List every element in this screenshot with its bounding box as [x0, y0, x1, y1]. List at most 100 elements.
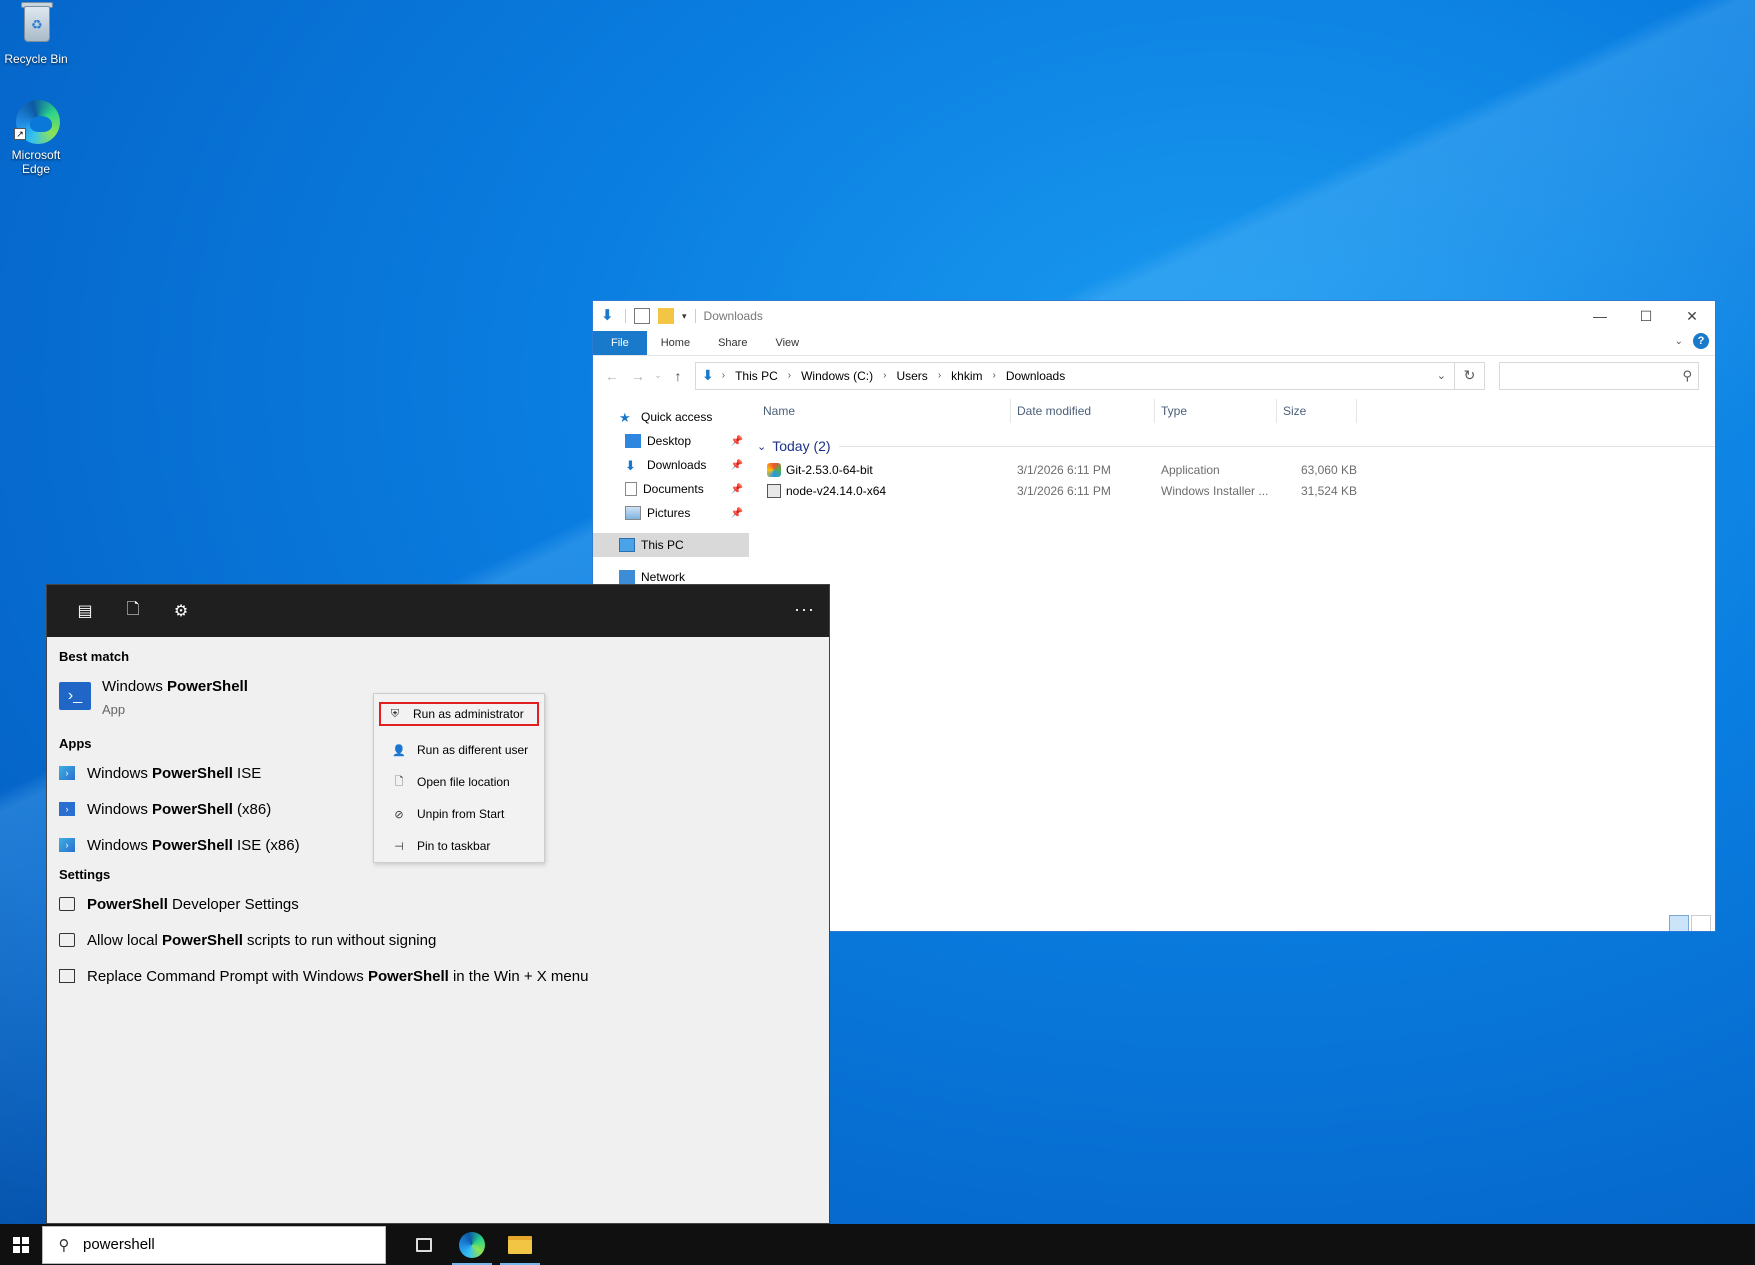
taskbar-file-explorer[interactable] [496, 1224, 544, 1265]
refresh-icon[interactable]: ↻ [1454, 362, 1484, 389]
unpin-icon: ⊘ [394, 808, 404, 821]
details-view-icon[interactable] [1669, 915, 1689, 931]
column-type[interactable]: Type [1155, 399, 1277, 423]
nav-downloads[interactable]: ⬇ Downloads 📌 [593, 453, 749, 477]
pin-icon: ⊣ [394, 840, 404, 853]
nav-label: This PC [641, 538, 684, 552]
nav-label: Quick access [641, 410, 713, 424]
file-location-icon: 🗋 [394, 775, 404, 788]
column-date-modified[interactable]: Date modified [1011, 399, 1155, 423]
setting-result-developer[interactable]: PowerShell Developer Settings [47, 886, 829, 922]
large-icons-view-icon[interactable] [1691, 915, 1711, 931]
file-date: 3/1/2026 6:11 PM [1017, 483, 1111, 498]
downloads-location-icon: ⬇ [702, 367, 714, 383]
breadcrumb-downloads[interactable]: Downloads [1006, 369, 1065, 383]
group-header-today[interactable]: ⌄ Today (2) [749, 435, 1715, 457]
best-match-name: Windows PowerShell [102, 678, 248, 695]
qat-dropdown-icon[interactable]: ▾ [682, 311, 687, 322]
menu-label: Run as different user [417, 743, 529, 757]
up-button[interactable]: ↑ [665, 363, 691, 389]
folder-icon [508, 1235, 532, 1254]
address-row: ← → ⌄ ↑ ⬇ › This PC › Windows (C:) › Use… [593, 355, 1715, 395]
address-bar[interactable]: ⬇ › This PC › Windows (C:) › Users › khk… [695, 361, 1485, 390]
address-dropdown-icon[interactable]: ⌄ [1437, 369, 1446, 382]
file-type: Application [1161, 462, 1220, 477]
menu-run-as-different-user[interactable]: 👤 Run as different user [379, 734, 539, 766]
help-icon[interactable]: ? [1693, 333, 1709, 349]
recycle-bin-icon: ♻ [12, 0, 60, 48]
menu-run-as-administrator[interactable]: ⛨ Run as administrator [379, 702, 539, 726]
desktop-icon-edge[interactable]: ↗ Microsoft Edge [0, 96, 74, 176]
column-name[interactable]: Name [749, 399, 1011, 423]
settings-filter-icon[interactable]: ⚙ [157, 596, 205, 626]
nav-quick-access[interactable]: ★ Quick access [593, 405, 749, 429]
minimize-button[interactable]: — [1577, 301, 1623, 331]
file-name: node-v24.14.0-x64 [786, 483, 887, 498]
tab-view[interactable]: View [761, 331, 813, 355]
nav-label: Pictures [647, 506, 691, 520]
apps-filter-icon[interactable]: ▤ [61, 596, 109, 626]
back-button[interactable]: ← [599, 363, 625, 389]
nav-pictures[interactable]: Pictures 📌 [593, 501, 749, 525]
pin-icon: 📌 [730, 459, 743, 471]
more-options-icon[interactable]: ··· [794, 599, 815, 620]
file-row[interactable]: node-v24.14.0-x64 3/1/2026 6:11 PM Windo… [749, 480, 1715, 501]
result-label: Allow local PowerShell scripts to run wi… [87, 931, 437, 949]
nav-documents[interactable]: Documents 📌 [593, 477, 749, 501]
menu-unpin-from-start[interactable]: ⊘ Unpin from Start [379, 798, 539, 830]
menu-open-file-location[interactable]: 🗋 Open file location [379, 766, 539, 798]
setting-result-scripts[interactable]: Allow local PowerShell scripts to run wi… [47, 922, 829, 958]
breadcrumb-this-pc[interactable]: This PC [735, 369, 778, 383]
nav-this-pc[interactable]: This PC [593, 533, 749, 557]
start-button[interactable] [0, 1224, 42, 1265]
column-headers: Name Date modified Type Size [749, 395, 1715, 429]
file-row[interactable]: Git-2.53.0-64-bit 3/1/2026 6:11 PM Appli… [749, 459, 1715, 480]
nav-label: Downloads [647, 458, 707, 472]
maximize-button[interactable]: ☐ [1623, 301, 1669, 331]
breadcrumb-windows-c[interactable]: Windows (C:) [801, 369, 873, 383]
desktop-icon-recycle-bin[interactable]: ♻ Recycle Bin [0, 0, 74, 66]
best-match-type: App [102, 702, 126, 717]
column-size[interactable]: Size [1277, 399, 1357, 423]
chevron-down-icon: ⌄ [757, 440, 767, 453]
computer-icon [619, 538, 635, 552]
breadcrumb-khkim[interactable]: khkim [951, 369, 982, 383]
taskbar-search-box[interactable]: ⚲ powershell [42, 1225, 386, 1264]
tab-share[interactable]: Share [704, 331, 761, 355]
start-search-panel: ▤ 🗋 ⚙ ··· Best match ›_ Windows PowerShe… [46, 584, 830, 1224]
menu-label: Open file location [417, 775, 510, 789]
search-icon: ⚲ [1682, 367, 1692, 383]
close-button[interactable]: ✕ [1669, 301, 1715, 331]
quick-access-toolbar: ⬇ ▾ [601, 308, 696, 324]
result-label: Windows PowerShell ISE (x86) [87, 836, 300, 854]
expand-ribbon-icon[interactable]: ⌄ [1675, 336, 1683, 347]
result-label: Windows PowerShell (x86) [87, 800, 272, 818]
search-filter-bar: ▤ 🗋 ⚙ ··· [47, 585, 829, 637]
nav-label: Network [641, 570, 686, 584]
powershell-ise-icon: › [59, 838, 75, 852]
file-type: Windows Installer ... [1161, 483, 1269, 498]
forward-button[interactable]: → [625, 363, 651, 389]
new-folder-icon[interactable] [658, 308, 674, 324]
powershell-icon: › [59, 802, 75, 816]
tab-file[interactable]: File [593, 331, 647, 355]
nav-desktop[interactable]: Desktop 📌 [593, 429, 749, 453]
properties-icon[interactable] [634, 308, 650, 324]
tab-home[interactable]: Home [647, 331, 704, 355]
menu-label: Pin to taskbar [417, 839, 491, 853]
taskbar-edge[interactable] [448, 1224, 496, 1265]
recent-locations-icon[interactable]: ⌄ [651, 363, 665, 389]
setting-result-winx[interactable]: Replace Command Prompt with Windows Powe… [47, 958, 829, 994]
search-input[interactable]: ⚲ [1499, 361, 1699, 390]
breadcrumb-users[interactable]: Users [896, 369, 927, 383]
result-label: Replace Command Prompt with Windows Powe… [87, 967, 589, 985]
search-icon: ⚲ [58, 1236, 70, 1254]
menu-pin-to-taskbar[interactable]: ⊣ Pin to taskbar [379, 830, 539, 862]
settings-slider-icon [59, 933, 75, 947]
file-size: 31,524 KB [1300, 483, 1357, 498]
documents-filter-icon[interactable]: 🗋 [109, 596, 157, 626]
task-view-button[interactable] [400, 1224, 448, 1265]
pictures-icon [625, 506, 641, 520]
downloads-icon: ⬇ [625, 458, 636, 473]
powershell-icon: ›_ [59, 682, 91, 710]
